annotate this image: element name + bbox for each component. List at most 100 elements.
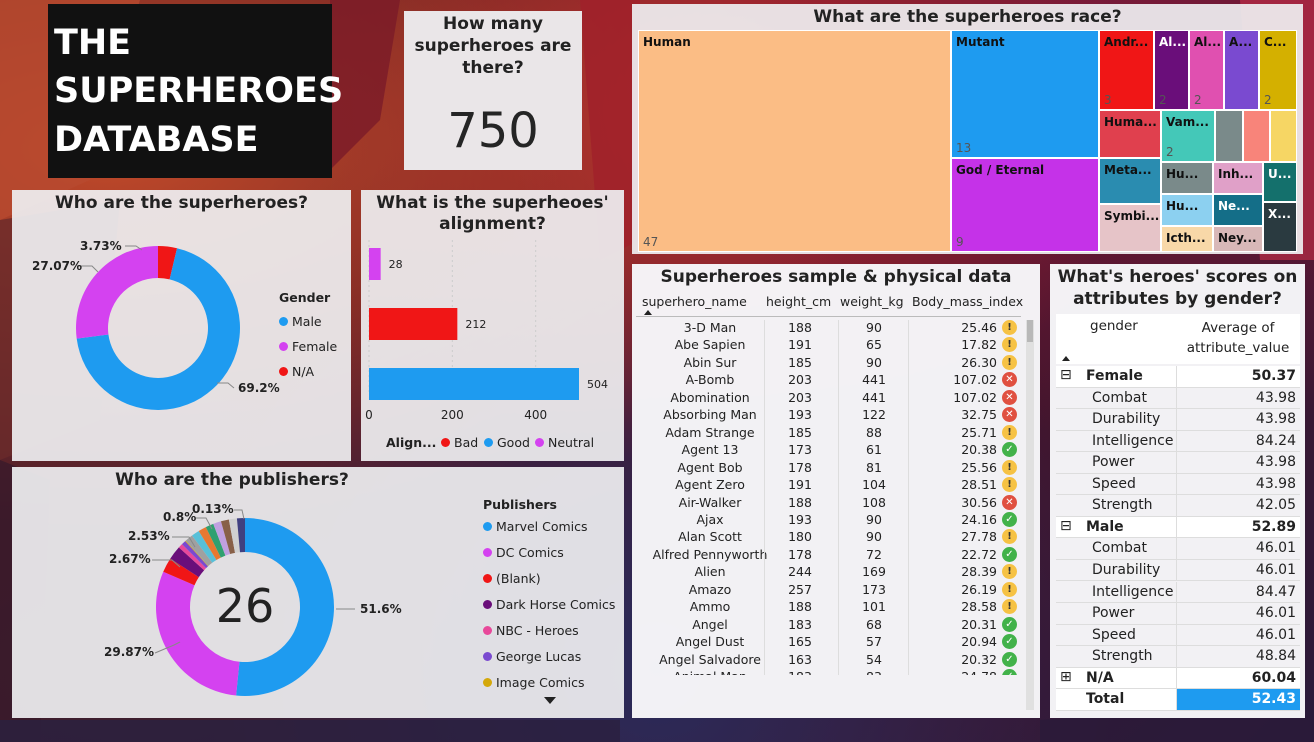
bar-neutral[interactable]	[369, 248, 381, 280]
table-row[interactable]: Speed 43.98	[1056, 473, 1300, 496]
col-header-gender[interactable]: gender	[1090, 318, 1138, 334]
col-header-name[interactable]: superhero_name	[642, 294, 747, 309]
group-row[interactable]: ⊞ N/A 60.04	[1056, 667, 1300, 690]
table-row[interactable]: Angel Salvadore 163 54 20.32 ✓	[640, 651, 1020, 670]
treemap-tile[interactable]	[1270, 110, 1297, 162]
treemap-tile[interactable]: A...	[1224, 30, 1259, 110]
treemap-tile-label: Hu...	[1166, 199, 1199, 213]
race-panel[interactable]: What are the superheroes race? Human 47 Mu…	[632, 4, 1303, 254]
table-cell: 17.82	[961, 337, 997, 353]
table-row[interactable]: Combat 46.01	[1056, 538, 1300, 560]
race-treemap[interactable]: Human 47 Mutant 13 God / Eternal 9 Andr... 3 Al.…	[638, 30, 1297, 252]
table-row[interactable]: Abomination 203 441 107.02 ✕	[640, 389, 1020, 408]
treemap-tile[interactable]: Al... 2	[1154, 30, 1189, 110]
table-row[interactable]: Amazo 257 173 26.19!	[640, 581, 1020, 600]
col-header-weight[interactable]: weight_kg	[840, 294, 904, 309]
treemap-tile[interactable]	[1243, 110, 1270, 162]
collapse-icon[interactable]: ⊟	[1060, 518, 1072, 534]
row-label: N/A	[1086, 669, 1114, 686]
table-row[interactable]: Power 46.01	[1056, 603, 1300, 625]
legend-scroll-down-icon[interactable]	[544, 697, 556, 704]
treemap-tile[interactable]: Icth...	[1161, 226, 1213, 252]
table-row[interactable]: Strength 48.84	[1056, 646, 1300, 668]
total-row[interactable]: Total 52.43	[1056, 689, 1300, 711]
table-row[interactable]: A-Bomb 203 441 107.02 ✕	[640, 372, 1020, 390]
dashboard-title: THE SUPERHEROES DATABASE	[48, 4, 343, 178]
table-row[interactable]: Agent Zero 191 104 28.51!	[640, 477, 1020, 495]
table-row[interactable]: Ammo 188 101 28.58!	[640, 599, 1020, 617]
treemap-tile[interactable]: Andr... 3	[1099, 30, 1154, 110]
table-row[interactable]: Strength 42.05	[1056, 495, 1300, 517]
table-row[interactable]: Angel Dust 165 57 20.94 ✓	[640, 634, 1020, 652]
col-header-average[interactable]: Average of attribute_value	[1176, 318, 1300, 358]
sort-asc-icon[interactable]	[644, 310, 652, 315]
treemap-tile[interactable]: Symbi...	[1099, 204, 1161, 252]
table-row[interactable]: Durability 46.01	[1056, 559, 1300, 582]
table-row[interactable]: Power 43.98	[1056, 452, 1300, 474]
treemap-tile[interactable]: C... 2	[1259, 30, 1297, 110]
column-divider	[908, 634, 909, 652]
table-row[interactable]: Speed 46.01	[1056, 624, 1300, 647]
treemap-tile[interactable]: Hu...	[1161, 162, 1213, 194]
cross-icon: ✕	[1002, 372, 1017, 388]
column-divider	[838, 442, 839, 460]
row-label: Power	[1092, 454, 1135, 471]
table-row[interactable]: Alfred Pennyworth 178 72 22.72 ✓	[640, 546, 1020, 565]
table-row[interactable]: Absorbing Man 193 122 32.75 ✕	[640, 407, 1020, 425]
table-row[interactable]: Intelligence 84.24	[1056, 430, 1300, 453]
value-cell: 52.89	[1176, 516, 1300, 538]
table-cell: 28.39	[961, 564, 997, 580]
treemap-tile[interactable]: Hu...	[1161, 194, 1213, 226]
table-row[interactable]: Agent 13 173 61 20.38 ✓	[640, 442, 1020, 460]
column-divider	[764, 389, 765, 408]
treemap-tile[interactable]: Inh...	[1213, 162, 1263, 194]
treemap-tile[interactable]: Meta...	[1099, 158, 1161, 204]
treemap-tile[interactable]: Ne...	[1213, 194, 1263, 226]
treemap-tile[interactable]: Human 47	[638, 30, 951, 252]
sort-asc-icon[interactable]	[1062, 356, 1070, 361]
treemap-tile[interactable]	[1215, 110, 1243, 162]
table-row[interactable]: Agent Bob 178 81 25.56!	[640, 459, 1020, 478]
check-icon: ✓	[1002, 651, 1017, 667]
treemap-tile[interactable]: Al... 2	[1189, 30, 1224, 110]
table-row[interactable]: Durability 43.98	[1056, 409, 1300, 431]
treemap-tile[interactable]: Mutant 13	[951, 30, 1099, 158]
expand-icon[interactable]: ⊞	[1060, 669, 1072, 685]
check-icon: ✓	[1002, 442, 1017, 458]
column-divider	[838, 651, 839, 670]
group-row[interactable]: ⊟ Male 52.89	[1056, 516, 1300, 539]
value-cell: 84.47	[1176, 581, 1300, 603]
table-row[interactable]: Angel 183 68 20.31 ✓	[640, 616, 1020, 635]
cross-icon: ✕	[1002, 389, 1017, 405]
treemap-tile[interactable]: U...	[1263, 162, 1297, 202]
column-divider	[908, 424, 909, 443]
table-row[interactable]: Abe Sapien 191 65 17.82!	[640, 337, 1020, 355]
table-row[interactable]: 3-D Man 188 90 25.46!	[640, 320, 1020, 338]
row-value: 46.01	[1255, 605, 1296, 622]
table-row[interactable]: Ajax 193 90 24.16 ✓	[640, 511, 1020, 530]
row-label: Speed	[1092, 475, 1136, 492]
table-cell: 122	[862, 407, 886, 423]
table-row[interactable]: Alan Scott 180 90 27.78!	[640, 529, 1020, 547]
treemap-tile[interactable]: Vam... 2	[1161, 110, 1215, 162]
col-header-bmi[interactable]: Body_mass_index	[912, 294, 1023, 309]
treemap-tile[interactable]: God / Eternal 9	[951, 158, 1099, 252]
column-divider	[764, 546, 765, 565]
collapse-icon[interactable]: ⊟	[1060, 367, 1072, 383]
table-row[interactable]: Air-Walker 188 108 30.56 ✕	[640, 494, 1020, 512]
row-value: 52.43	[1251, 691, 1296, 708]
treemap-tile[interactable]: Ney...	[1213, 226, 1263, 252]
table-row[interactable]: Alien 244 169 28.39!	[640, 564, 1020, 582]
col-header-height[interactable]: height_cm	[766, 294, 831, 309]
group-row[interactable]: ⊟ Female 50.37	[1056, 366, 1300, 388]
treemap-tile[interactable]: Huma...	[1099, 110, 1161, 158]
count-card[interactable]: How many superheroes are there? 750	[404, 11, 582, 170]
cross-icon: ✕	[1002, 494, 1017, 510]
table-row[interactable]: Combat 43.98	[1056, 387, 1300, 410]
treemap-tile[interactable]: X...	[1263, 202, 1297, 252]
table-row[interactable]: Intelligence 84.47	[1056, 581, 1300, 603]
table-row[interactable]: Abin Sur 185 90 26.30!	[640, 354, 1020, 373]
table-row[interactable]: Adam Strange 185 88 25.71!	[640, 424, 1020, 443]
column-divider	[908, 407, 909, 425]
legend-item-publisher[interactable]: Image Comics	[483, 675, 585, 690]
